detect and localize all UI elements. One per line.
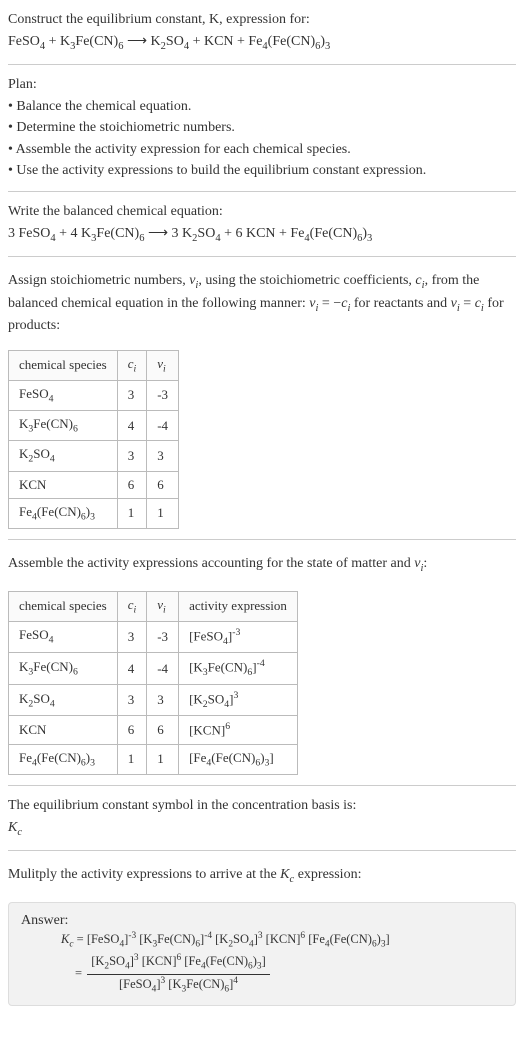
cell-v: 6: [147, 471, 179, 498]
cell-species: KCN: [9, 471, 118, 498]
th-activity: activity expression: [179, 591, 298, 621]
cell-c: 1: [117, 498, 147, 528]
activity-table: chemical species ci νi activity expressi…: [8, 591, 298, 776]
table-row: K2SO4 3 3: [9, 441, 179, 471]
fraction-denominator: [FeSO4]3 [K3Fe(CN)6]4: [87, 975, 270, 997]
divider: [8, 64, 516, 65]
plan-bullet-1: • Balance the chemical equation.: [8, 97, 516, 117]
eq-right: K2SO4 + KCN + Fe4(Fe(CN)6)3: [151, 34, 331, 49]
table-row: K2SO4 3 3 [K2SO4]3: [9, 684, 298, 716]
cell-v: -4: [147, 411, 179, 441]
answer-line1: Kc = [FeSO4]-3 [K3Fe(CN)6]-4 [K2SO4]3 [K…: [61, 930, 503, 952]
divider: [8, 256, 516, 257]
th-ci: ci: [117, 591, 147, 621]
fraction-numerator: [K2SO4]3 [KCN]6 [Fe4(Fe(CN)6)3]: [87, 952, 270, 975]
th-nui: νi: [147, 591, 179, 621]
eqconst-section: The equilibrium constant symbol in the c…: [8, 796, 516, 840]
divider: [8, 785, 516, 786]
plan-section: Plan: • Balance the chemical equation. •…: [8, 75, 516, 181]
divider: [8, 191, 516, 192]
cell-species: Fe4(Fe(CN)6)3: [9, 498, 118, 528]
table-row: FeSO4 3 -3 [FeSO4]-3: [9, 621, 298, 653]
prompt-header: Construct the equilibrium constant, K, e…: [8, 10, 516, 54]
arrow: ⟶: [123, 34, 150, 49]
plan-bullet-3: • Assemble the activity expression for e…: [8, 140, 516, 160]
multiply-line: Mulitply the activity expressions to arr…: [8, 865, 516, 887]
table-header-row: chemical species ci νi activity expressi…: [9, 591, 298, 621]
balanced-section: Write the balanced chemical equation: 3 …: [8, 202, 516, 246]
assemble-paragraph: Assemble the activity expressions accoun…: [8, 554, 516, 576]
cell-c: 3: [117, 380, 147, 410]
plan-title: Plan:: [8, 75, 516, 95]
cell-c: 3: [117, 441, 147, 471]
balanced-equation: 3 FeSO4 + 4 K3Fe(CN)6 ⟶ 3 K2SO4 + 6 KCN …: [8, 224, 516, 246]
prompt-line1: Construct the equilibrium constant, K, e…: [8, 10, 516, 30]
plan-bullet-2: • Determine the stoichiometric numbers.: [8, 118, 516, 138]
cell-v: -3: [147, 380, 179, 410]
cell-v: 1: [147, 498, 179, 528]
answer-label: Answer:: [21, 911, 503, 931]
unbalanced-equation: FeSO4 + K3Fe(CN)6 ⟶ K2SO4 + KCN + Fe4(Fe…: [8, 32, 516, 54]
cell-v: 3: [147, 441, 179, 471]
th-nui: νi: [147, 350, 179, 380]
divider: [8, 850, 516, 851]
th-ci: ci: [117, 350, 147, 380]
answer-box: Answer: Kc = [FeSO4]-3 [K3Fe(CN)6]-4 [K2…: [8, 902, 516, 1006]
cell-species: K2SO4: [9, 441, 118, 471]
table-row: FeSO4 3 -3: [9, 380, 179, 410]
balanced-title: Write the balanced chemical equation:: [8, 202, 516, 222]
table-row: Fe4(Fe(CN)6)3 1 1 [Fe4(Fe(CN)6)3]: [9, 744, 298, 774]
eqconst-symbol: Kc: [8, 818, 516, 840]
answer-fraction: [K2SO4]3 [KCN]6 [Fe4(Fe(CN)6)3] [FeSO4]3…: [87, 952, 270, 997]
cell-species: FeSO4: [9, 380, 118, 410]
table-header-row: chemical species ci νi: [9, 350, 179, 380]
th-species: chemical species: [9, 350, 118, 380]
table-row: K3Fe(CN)6 4 -4 [K3Fe(CN)6]-4: [9, 653, 298, 685]
table-row: KCN 6 6 [KCN]6: [9, 716, 298, 745]
table-row: K3Fe(CN)6 4 -4: [9, 411, 179, 441]
cell-c: 4: [117, 411, 147, 441]
cell-species: K3Fe(CN)6: [9, 411, 118, 441]
table-row: KCN 6 6: [9, 471, 179, 498]
answer-line2: = [K2SO4]3 [KCN]6 [Fe4(Fe(CN)6)3] [FeSO4…: [75, 952, 503, 997]
prompt-text: Construct the equilibrium constant, K, e…: [8, 12, 310, 27]
assign-paragraph: Assign stoichiometric numbers, νi, using…: [8, 271, 516, 336]
divider: [8, 539, 516, 540]
plan-bullet-4: • Use the activity expressions to build …: [8, 161, 516, 181]
table-row: Fe4(Fe(CN)6)3 1 1: [9, 498, 179, 528]
stoich-table: chemical species ci νi FeSO4 3 -3 K3Fe(C…: [8, 350, 179, 529]
eqconst-line1: The equilibrium constant symbol in the c…: [8, 796, 516, 816]
th-species: chemical species: [9, 591, 118, 621]
cell-c: 6: [117, 471, 147, 498]
eq-left: FeSO4 + K3Fe(CN)6: [8, 34, 123, 49]
